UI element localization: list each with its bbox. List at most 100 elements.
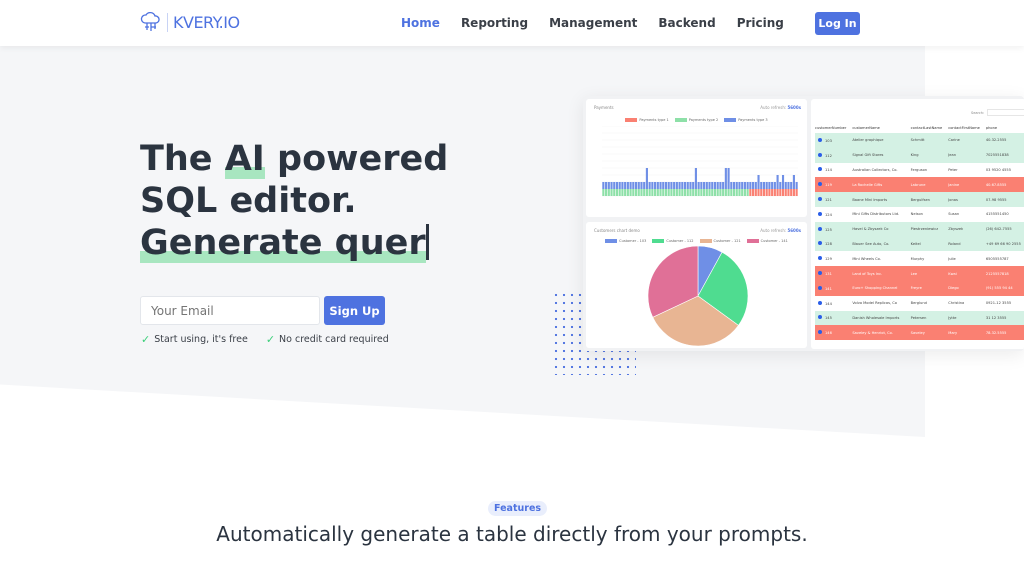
cell-text: 4155551450: [985, 212, 1009, 217]
table-row[interactable]: 146 Saveley & Henriot, Co. Saveley Mary 78.3…: [815, 325, 1024, 341]
cell-text: 03 9520 4555: [985, 167, 1012, 172]
table-row[interactable]: 131 Land of Toys Inc. Lee Kwai 2125557818: [815, 266, 1024, 281]
product-screenshot: Payments Auto refresh: 5600s Payments ty…: [583, 96, 1024, 351]
row-select-dot[interactable]: [818, 271, 822, 276]
bar: [738, 182, 741, 189]
cell-text: 131: [825, 272, 832, 277]
table-row[interactable]: 129 Mini Wheels Co. Murphy Julie 6505555787: [815, 251, 1024, 267]
row-select-dot[interactable]: [818, 197, 822, 202]
row-select-dot[interactable]: [818, 137, 822, 142]
table-cell: Havel & Zbyszek Co: [852, 221, 911, 237]
email-input[interactable]: [140, 296, 320, 325]
row-select-dot[interactable]: [818, 256, 822, 261]
row-select-dot[interactable]: [818, 241, 822, 246]
table-cell: 07-98 9555: [985, 192, 1024, 207]
bar: [683, 189, 687, 196]
nav-backend[interactable]: Backend: [658, 16, 715, 30]
bar: [686, 182, 689, 189]
table-cell: 03 9520 4555: [985, 162, 1024, 178]
table-row[interactable]: 121 Baane Mini Imports Bergulfsen Jonas 07-9…: [815, 192, 1024, 207]
nav-reporting[interactable]: Reporting: [461, 16, 528, 30]
table-cell: +49 69 66 90 2555: [985, 236, 1024, 252]
table-row[interactable]: 145 Danish Wholesale Imports Petersen Jytte…: [815, 310, 1024, 326]
table-row[interactable]: 124 Mini Gifts Distributors Ltd. Nelson Sus…: [815, 206, 1024, 222]
table-cell: Signal Gift Stores: [852, 147, 911, 163]
cell-text: Roland: [948, 241, 961, 246]
cell-text: Jytte: [948, 315, 957, 320]
table-row[interactable]: 125 Havel & Zbyszek Co Piestrzeniewicz Zbys…: [815, 221, 1024, 237]
row-select-dot[interactable]: [818, 211, 822, 216]
bar: [784, 189, 787, 196]
table-cell: Susan: [948, 206, 986, 222]
row-select-dot[interactable]: [818, 330, 822, 335]
bar: [708, 189, 711, 196]
login-button[interactable]: Log In: [815, 12, 860, 35]
sign-up-button[interactable]: Sign Up: [324, 296, 385, 325]
column-header[interactable]: contactLastName: [911, 122, 949, 133]
table-cell: Carine: [948, 133, 986, 148]
cell-text: La Rochelle Gifts: [852, 182, 883, 187]
bar: [656, 189, 659, 196]
table-row[interactable]: 141 Euro+ Shopping Channel Freyre Diego (91)…: [815, 280, 1024, 296]
bar: [790, 182, 793, 189]
cell-text: Mini Gifts Distributors Ltd.: [852, 212, 900, 217]
table-cell: Ferguson: [910, 162, 949, 178]
bar: [754, 182, 757, 189]
row-select-dot[interactable]: [818, 226, 822, 231]
row-select-dot[interactable]: [818, 300, 822, 305]
cell-text: Susan: [948, 212, 960, 217]
column-header[interactable]: customerName: [852, 122, 910, 133]
bar: [697, 189, 700, 196]
row-select-dot[interactable]: [818, 285, 822, 290]
cell-text: 144: [825, 301, 832, 306]
table-row[interactable]: 119 La Rochelle Gifts Labrune Janine 40.67.8…: [815, 177, 1024, 193]
table-row[interactable]: 128 Blauer See Auto, Co. Keitel Roland +49 6…: [815, 236, 1024, 252]
cell-text: Peter: [948, 167, 958, 172]
bar: [781, 175, 785, 189]
table-row[interactable]: 103 Atelier graphique Schmitt Carine 40.32.2…: [815, 133, 1024, 148]
legend-item: Payments type 1: [625, 118, 669, 122]
table-row[interactable]: 144 Volvo Model Replicas, Co Berglund Chris…: [815, 295, 1024, 311]
cell-text: Blauer See Auto, Co.: [852, 241, 890, 246]
bar: [618, 189, 621, 196]
bar: [640, 189, 643, 196]
table-row[interactable]: 112 Signal Gift Stores King Jean 7025551838: [815, 147, 1024, 163]
table-cell: Mini Wheels Co.: [852, 251, 911, 267]
row-select-dot[interactable]: [818, 182, 822, 187]
cell-text: Lee: [910, 271, 918, 276]
cell-text: Volvo Model Replicas, Co: [852, 301, 897, 306]
bar: [664, 182, 668, 189]
cloud-logo-icon: [140, 12, 160, 31]
column-header[interactable]: customerNumber: [815, 122, 852, 133]
table-cell: 128: [815, 236, 853, 252]
table-row[interactable]: 114 Australian Collectors, Co. Ferguson Pet…: [815, 162, 1024, 178]
cell-text: King: [910, 153, 919, 158]
table-search-input[interactable]: [987, 109, 1024, 116]
row-select-dot[interactable]: [818, 315, 822, 320]
cell-text: 6505555787: [985, 256, 1009, 261]
column-header[interactable]: phone: [986, 122, 1024, 133]
nav-home[interactable]: Home: [401, 16, 440, 30]
bar: [700, 182, 703, 189]
nav-pricing[interactable]: Pricing: [737, 16, 784, 30]
bar: [643, 189, 646, 196]
cell-text: 40.32.2555: [985, 138, 1007, 143]
logo[interactable]: KVERY.IO: [140, 12, 240, 32]
bar: [689, 189, 692, 196]
table-cell: Keitel: [910, 236, 949, 252]
row-select-dot[interactable]: [818, 167, 822, 172]
bar: [765, 182, 768, 189]
bar: [664, 189, 668, 196]
table-cell: Mini Gifts Distributors Ltd.: [852, 206, 911, 222]
table-cell: Peter: [948, 162, 986, 178]
cell-text: Petersen: [910, 315, 927, 320]
row-select-dot[interactable]: [818, 152, 822, 157]
bar: [651, 182, 654, 189]
nav-management[interactable]: Management: [549, 16, 637, 30]
bar: [670, 189, 673, 196]
bar: [613, 182, 616, 189]
table-cell: 125: [815, 221, 853, 237]
bar: [771, 182, 774, 189]
column-header[interactable]: contactFirstName: [948, 122, 986, 133]
cell-text: Saveley & Henriot, Co.: [852, 330, 893, 335]
